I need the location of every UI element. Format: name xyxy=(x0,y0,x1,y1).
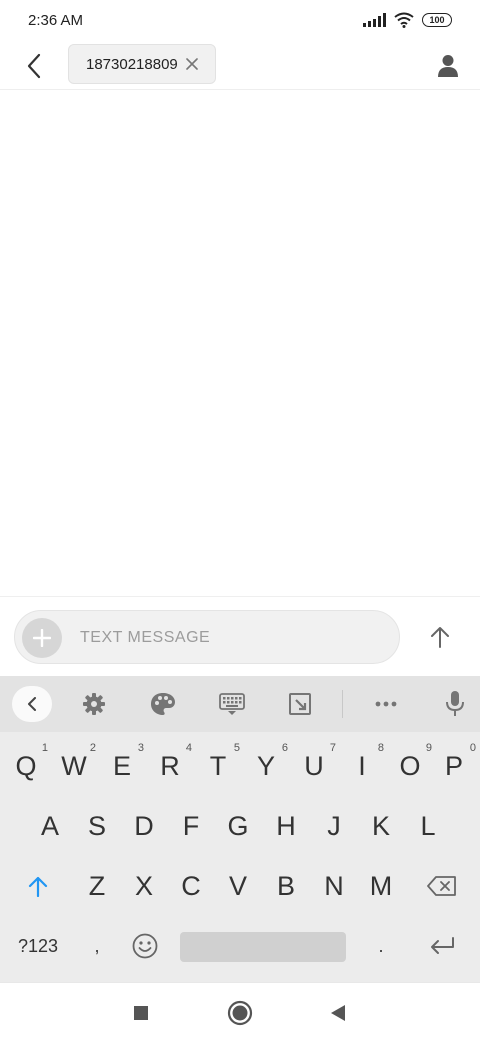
key-b[interactable]: B xyxy=(262,858,310,914)
message-input[interactable]: TEXT MESSAGE xyxy=(14,610,400,664)
backspace-key[interactable] xyxy=(414,858,470,914)
key-y[interactable]: Y6 xyxy=(242,738,290,794)
key-u[interactable]: U7 xyxy=(290,738,338,794)
back-nav-button[interactable] xyxy=(324,999,352,1027)
key-s[interactable]: S xyxy=(73,798,121,854)
palette-icon xyxy=(151,693,175,715)
message-placeholder: TEXT MESSAGE xyxy=(80,629,211,646)
resize-button[interactable] xyxy=(286,690,314,718)
key-z[interactable]: Z xyxy=(73,858,121,914)
send-button[interactable] xyxy=(422,619,458,655)
key-f[interactable]: F xyxy=(167,798,215,854)
key-w[interactable]: W2 xyxy=(50,738,98,794)
backspace-icon xyxy=(427,876,456,896)
system-nav-bar xyxy=(0,982,480,1040)
mic-icon xyxy=(446,691,464,716)
more-button[interactable] xyxy=(372,690,400,718)
key-m[interactable]: M xyxy=(357,858,405,914)
person-icon xyxy=(438,55,458,77)
signal-icon xyxy=(363,13,386,27)
square-icon xyxy=(134,1006,148,1020)
shift-key[interactable] xyxy=(10,858,66,914)
recipient-number: 18730218809 xyxy=(86,55,178,73)
conversation-header: 18730218809 xyxy=(0,42,480,90)
more-icon xyxy=(375,701,397,707)
key-v[interactable]: V xyxy=(214,858,262,914)
keyboard-toolbar xyxy=(0,676,480,732)
shift-arrow-icon xyxy=(28,876,48,897)
enter-key[interactable] xyxy=(412,918,472,974)
back-triangle-icon xyxy=(331,1005,345,1021)
symbols-key[interactable]: ?123 xyxy=(8,918,68,974)
back-button[interactable] xyxy=(16,48,52,84)
status-bar: 2:36 AM 100 xyxy=(0,0,480,42)
key-g[interactable]: G xyxy=(214,798,262,854)
close-icon xyxy=(186,58,198,70)
home-button[interactable] xyxy=(226,999,254,1027)
period-key[interactable]: . xyxy=(358,918,404,974)
resize-icon xyxy=(289,693,311,715)
key-r[interactable]: R4 xyxy=(146,738,194,794)
key-x[interactable]: X xyxy=(120,858,168,914)
key-i[interactable]: I8 xyxy=(338,738,386,794)
toolbar-collapse-button[interactable] xyxy=(12,686,52,722)
status-icons: 100 xyxy=(363,12,452,28)
chevron-left-icon xyxy=(27,53,41,79)
toolbar-divider xyxy=(342,690,343,718)
keyboard-switch-button[interactable] xyxy=(218,690,246,718)
message-thread[interactable] xyxy=(0,91,480,595)
key-h[interactable]: H xyxy=(262,798,310,854)
gear-icon xyxy=(83,693,105,715)
recipient-chip[interactable]: 18730218809 xyxy=(68,44,216,84)
settings-button[interactable] xyxy=(80,690,108,718)
key-k[interactable]: K xyxy=(357,798,405,854)
theme-button[interactable] xyxy=(149,690,177,718)
chevron-left-icon xyxy=(28,697,36,711)
battery-icon: 100 xyxy=(422,13,452,27)
attach-button[interactable] xyxy=(22,618,62,658)
voice-input-button[interactable] xyxy=(441,690,469,718)
home-circle-icon xyxy=(227,1000,253,1026)
keyboard-icon xyxy=(219,693,245,715)
remove-recipient-button[interactable] xyxy=(183,55,201,73)
comma-key[interactable]: , xyxy=(74,918,120,974)
key-t[interactable]: T5 xyxy=(194,738,242,794)
key-p[interactable]: P0 xyxy=(430,738,478,794)
key-q[interactable]: Q1 xyxy=(2,738,50,794)
key-e[interactable]: E3 xyxy=(98,738,146,794)
emoji-key[interactable] xyxy=(122,918,168,974)
compose-bar: TEXT MESSAGE xyxy=(0,596,480,676)
key-d[interactable]: D xyxy=(120,798,168,854)
keyboard: Q1 W2 E3 R4 T5 Y6 U7 I8 O9 P0 A S D F G … xyxy=(0,676,480,982)
key-a[interactable]: A xyxy=(26,798,74,854)
key-l[interactable]: L xyxy=(404,798,452,854)
contact-button[interactable] xyxy=(430,48,466,84)
key-n[interactable]: N xyxy=(310,858,358,914)
key-o[interactable]: O9 xyxy=(386,738,434,794)
smiley-icon xyxy=(132,933,158,959)
recents-button[interactable] xyxy=(127,999,155,1027)
status-time: 2:36 AM xyxy=(28,12,84,29)
key-c[interactable]: C xyxy=(167,858,215,914)
wifi-icon xyxy=(394,12,414,28)
key-j[interactable]: J xyxy=(310,798,358,854)
arrow-up-icon xyxy=(431,627,449,648)
enter-icon xyxy=(431,937,454,954)
plus-icon xyxy=(33,629,51,647)
spacebar-key[interactable] xyxy=(180,932,346,962)
